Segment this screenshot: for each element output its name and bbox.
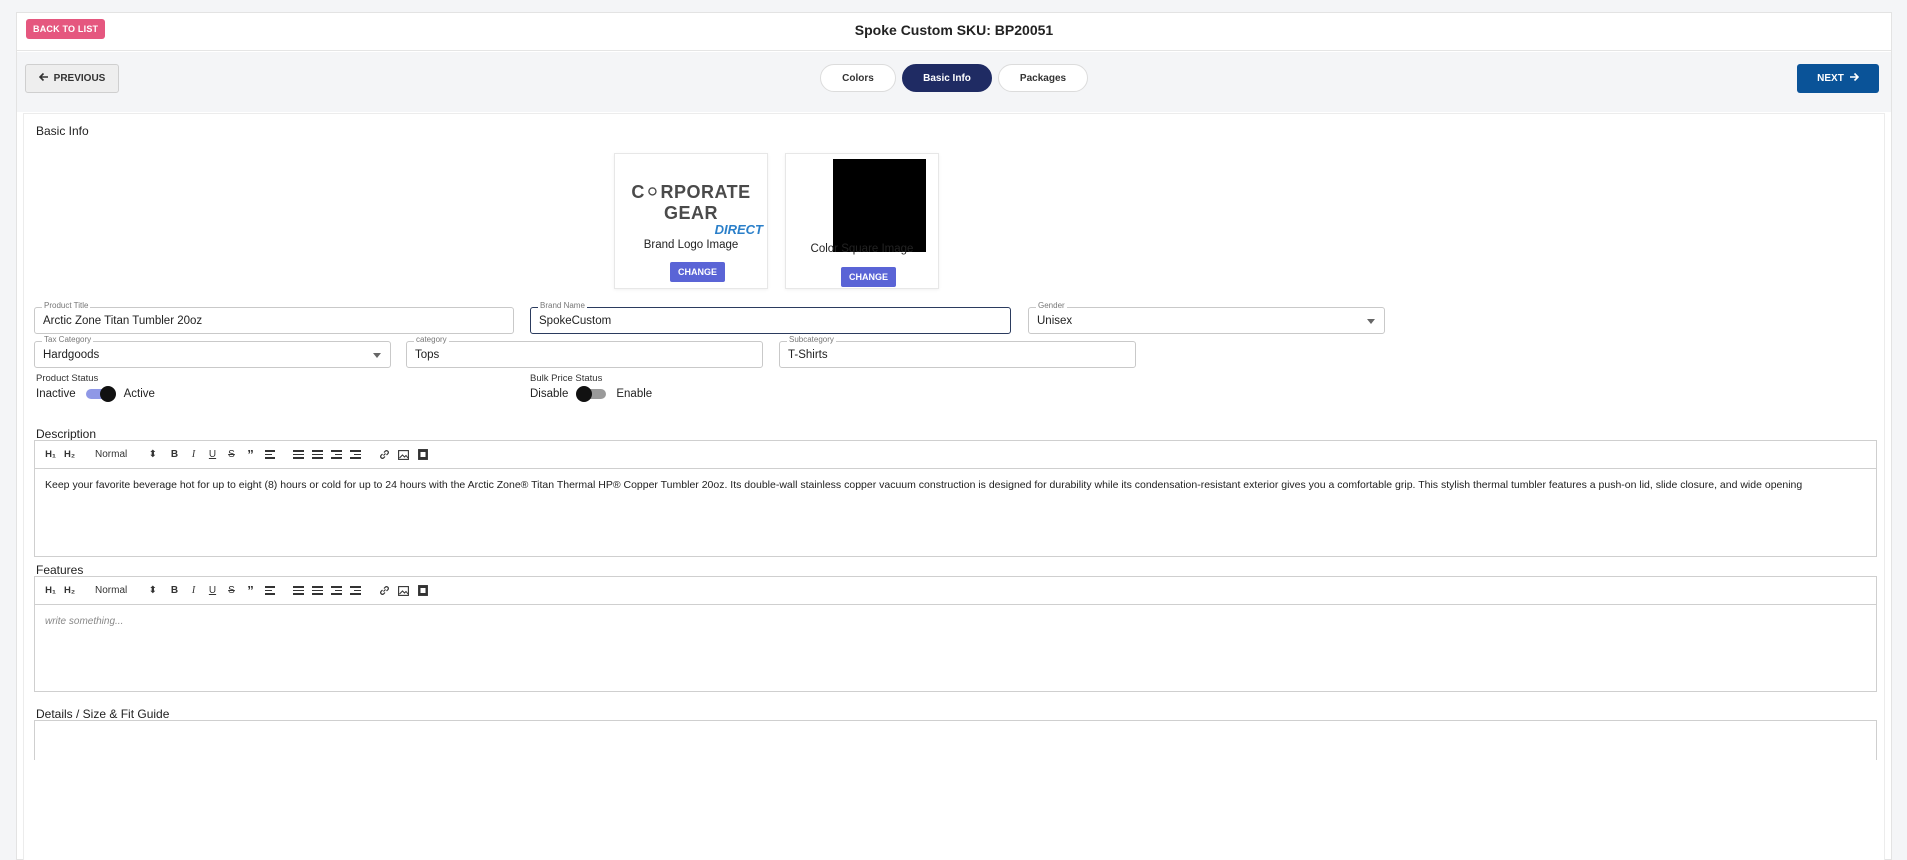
product-status-toggle[interactable] <box>85 386 116 402</box>
color-square-image <box>833 159 926 252</box>
italic-button[interactable]: I <box>186 582 201 600</box>
ordered-list-icon[interactable] <box>291 446 306 464</box>
basic-info-card: Basic Info C⚪RPORATE GEAR DIRECT Brand L… <box>23 113 1885 860</box>
blockquote-icon[interactable]: ” <box>243 582 258 600</box>
image-icon[interactable] <box>396 446 411 464</box>
step-tabs: Colors Basic Info Packages <box>17 64 1891 92</box>
bulk-price-status-label: Bulk Price Status <box>530 373 603 384</box>
category-field[interactable]: category Tops <box>406 335 763 368</box>
indent-icon[interactable] <box>348 582 363 600</box>
bulk-price-off-label: Disable <box>530 388 569 400</box>
gender-select[interactable]: Gender Unisex <box>1028 301 1385 334</box>
ordered-list-icon[interactable] <box>291 582 306 600</box>
blockquote-icon[interactable]: ” <box>243 446 258 464</box>
outdent-icon[interactable] <box>329 582 344 600</box>
video-icon[interactable] <box>415 446 430 464</box>
heading-1-button[interactable]: H₁ <box>43 582 58 600</box>
step-navigation: PREVIOUS Colors Basic Info Packages NEXT <box>17 52 1891 112</box>
description-toolbar: H₁ H₂ Normal ⬍ B I U S ” <box>35 441 1876 469</box>
next-button[interactable]: NEXT <box>1797 64 1879 93</box>
tab-colors[interactable]: Colors <box>820 64 896 92</box>
description-text[interactable]: Keep your favorite beverage hot for up t… <box>35 469 1876 501</box>
tax-category-select[interactable]: Tax Category Hardgoods <box>34 335 391 368</box>
underline-button[interactable]: U <box>205 446 220 464</box>
strike-button[interactable]: S <box>224 446 239 464</box>
product-title-field[interactable]: Product Title Arctic Zone Titan Tumbler … <box>34 301 514 334</box>
indent-icon[interactable] <box>348 446 363 464</box>
features-toolbar: H₁ H₂ Normal ⬍ B I U S ” <box>35 577 1876 605</box>
link-icon[interactable] <box>377 446 392 464</box>
chevron-down-icon <box>1367 319 1375 324</box>
product-status-label: Product Status <box>36 373 99 384</box>
image-icon[interactable] <box>396 582 411 600</box>
tab-basic-info[interactable]: Basic Info <box>902 64 992 92</box>
features-label: Features <box>36 563 84 577</box>
change-color-square-button[interactable]: CHANGE <box>841 267 897 287</box>
bulk-price-status-toggle[interactable] <box>576 386 607 402</box>
brand-logo-caption: Brand Logo Image <box>643 239 739 251</box>
updown-icon: ⬍ <box>148 585 157 596</box>
color-square-box: Color Square Image CHANGE <box>785 153 939 289</box>
arrow-right-icon <box>1849 72 1859 85</box>
color-square-caption: Color Square Image <box>810 243 914 255</box>
tab-packages[interactable]: Packages <box>998 64 1088 92</box>
bold-button[interactable]: B <box>167 582 182 600</box>
details-editor <box>34 720 1877 760</box>
brand-name-field[interactable]: Brand Name SpokeCustom <box>530 301 1011 334</box>
app-shell: BACK TO LIST Spoke Custom SKU: BP20051 P… <box>16 12 1892 860</box>
next-label: NEXT <box>1817 73 1844 84</box>
product-status-row: Inactive Active <box>36 386 155 402</box>
format-select[interactable]: Normal ⬍ <box>95 585 157 596</box>
align-icon[interactable] <box>262 446 277 464</box>
bulk-price-on-label: Enable <box>616 388 653 400</box>
video-icon[interactable] <box>415 582 430 600</box>
bulk-price-status-row: Disable Enable <box>530 386 653 402</box>
product-status-on-label: Active <box>123 388 155 400</box>
brand-logo-box: C⚪RPORATE GEAR DIRECT Brand Logo Image C… <box>614 153 768 289</box>
updown-icon: ⬍ <box>148 449 157 460</box>
format-select[interactable]: Normal ⬍ <box>95 449 157 460</box>
bullet-list-icon[interactable] <box>310 582 325 600</box>
link-icon[interactable] <box>377 582 392 600</box>
details-label: Details / Size & Fit Guide <box>36 707 170 721</box>
features-placeholder: write something... <box>45 616 124 627</box>
features-editor: H₁ H₂ Normal ⬍ B I U S ” write something.… <box>34 576 1877 692</box>
outdent-icon[interactable] <box>329 446 344 464</box>
brand-logo-image: C⚪RPORATE GEAR DIRECT <box>631 182 763 237</box>
description-editor: H₁ H₂ Normal ⬍ B I U S ” Keep your favori… <box>34 440 1877 557</box>
change-brand-logo-button[interactable]: CHANGE <box>670 262 726 282</box>
bold-button[interactable]: B <box>167 446 182 464</box>
heading-2-button[interactable]: H₂ <box>62 446 77 464</box>
heading-1-button[interactable]: H₁ <box>43 446 58 464</box>
strike-button[interactable]: S <box>224 582 239 600</box>
underline-button[interactable]: U <box>205 582 220 600</box>
product-status-off-label: Inactive <box>36 388 76 400</box>
top-bar: BACK TO LIST Spoke Custom SKU: BP20051 <box>17 13 1891 51</box>
chevron-down-icon <box>373 353 381 358</box>
description-label: Description <box>36 427 97 441</box>
features-text[interactable]: write something... <box>35 605 1876 638</box>
italic-button[interactable]: I <box>186 446 201 464</box>
section-title: Basic Info <box>36 124 89 138</box>
subcategory-field[interactable]: Subcategory T-Shirts <box>779 335 1136 368</box>
bullet-list-icon[interactable] <box>310 446 325 464</box>
align-icon[interactable] <box>262 582 277 600</box>
page-title: Spoke Custom SKU: BP20051 <box>854 22 1054 38</box>
heading-2-button[interactable]: H₂ <box>62 582 77 600</box>
